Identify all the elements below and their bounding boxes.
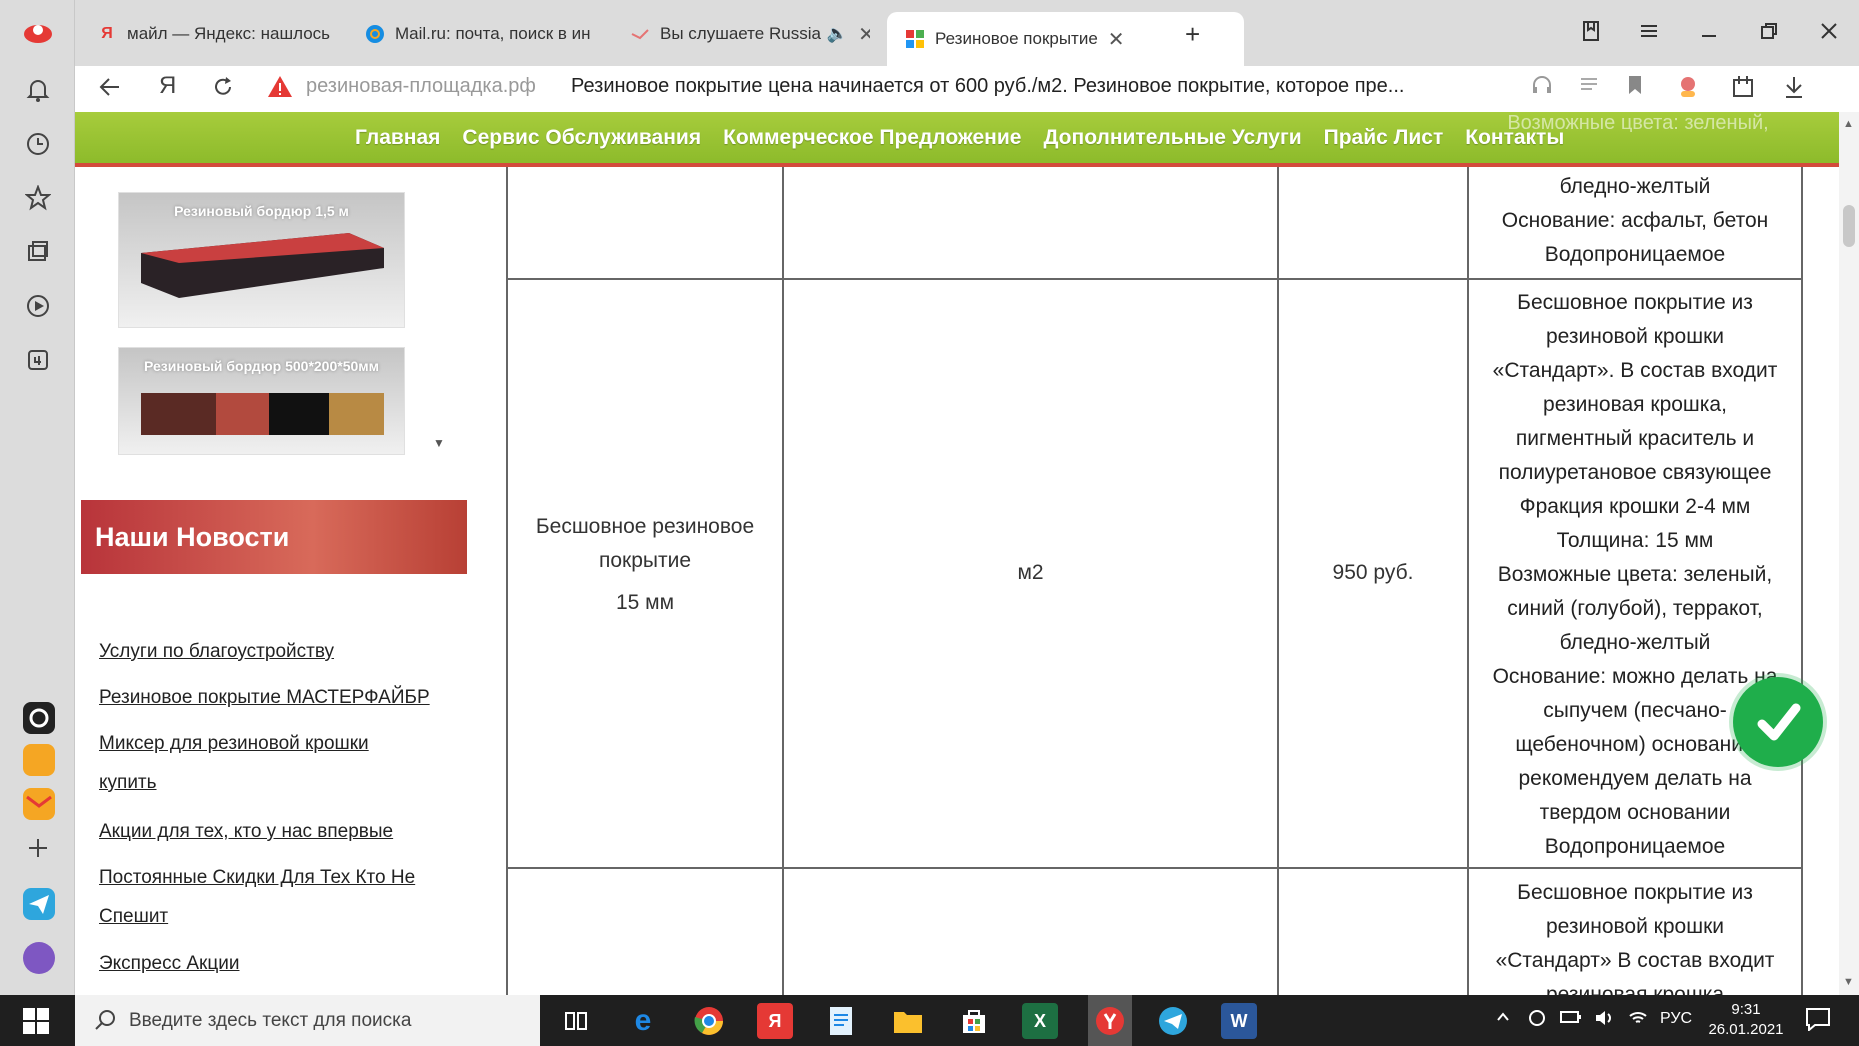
bookmark-flag-icon[interactable] [1625,74,1645,103]
page-title-in-omnibox[interactable]: Резиновое покрытие цена начинается от 60… [571,75,1404,98]
tab-strip: Я майл — Яндекс: нашлось Mail.ru: почта,… [75,0,1859,66]
windows-taskbar: Введите здесь текст для поиска e Я X W Р… [0,995,1859,1046]
task-view-icon[interactable] [558,1003,594,1039]
add-app-plus-icon[interactable] [22,832,54,864]
news-link-first-time-promo[interactable]: Акции для тех, кто у нас впервые [99,812,439,851]
news-link-masterfiber[interactable]: Резиновое покрытие МАСТЕРФАЙБР [99,678,439,717]
table-border [1801,167,1803,995]
back-arrow-icon[interactable] [97,74,123,107]
address-bar: Я резиновая-площадка.рф Резиновое покрыт… [75,66,1859,112]
address-domain[interactable]: резиновая-площадка.рф [306,75,536,98]
table-border [506,867,1803,869]
table-border [506,278,1803,280]
close-tab-icon[interactable]: ✕ [858,22,870,47]
reader-mode-icon[interactable] [1578,74,1600,103]
tray-app-icon[interactable] [1528,1009,1546,1031]
table-border [1467,167,1469,995]
yandex-browser-logo-icon[interactable] [22,20,54,46]
market-app-icon[interactable] [23,744,55,776]
table-row-prev-description: бледно-желтый Основание: асфальт, бетон … [1501,175,1769,266]
store-icon[interactable] [956,1003,992,1039]
extensions-icon[interactable] [1730,74,1756,107]
bookmark-panel-icon[interactable] [1580,20,1602,48]
headphones-icon[interactable] [1531,74,1553,103]
extension-avatar-icon[interactable] [1675,74,1701,107]
chrome-icon[interactable] [691,1003,727,1039]
camera-app-icon[interactable] [23,702,55,734]
product-name-cell: Бесшовное резиновое покрытие 15 мм [535,515,755,614]
price-cell: 950 руб. [1332,561,1414,584]
close-window-icon[interactable] [1818,20,1840,48]
product-description-cell: Бесшовное покрытие из резиновой крошки «… [1492,291,1778,858]
tab-yandex[interactable]: Я майл — Яндекс: нашлось [97,14,347,54]
whatsapp-button[interactable] [1733,677,1823,767]
scroll-up-arrow-icon[interactable]: ▲ [1843,118,1854,130]
yandex-icon: Я [101,25,113,42]
yandex-app-icon[interactable]: Я [757,1003,793,1039]
speaker-icon[interactable]: 🔈 [827,24,848,44]
bookmarks-star-icon[interactable] [22,182,54,214]
taskbar-search-box[interactable]: Введите здесь текст для поиска [75,995,540,1046]
nav-overlay-text: Возможные цвета: зеленый, [1507,112,1769,132]
file-explorer-icon[interactable] [890,1003,926,1039]
mail-app-icon[interactable] [23,788,55,820]
reload-icon[interactable] [210,74,236,107]
new-tab-button[interactable]: + [1185,14,1225,54]
download-arrow-icon[interactable] [1783,74,1805,107]
tab-mailru[interactable]: Mail.ru: почта, поиск в ин [365,14,605,54]
nav-additional-services[interactable]: Дополнительные Услуги [1043,126,1301,150]
search-magnifier-icon [93,1008,117,1038]
yandex-browser-taskbar-icon[interactable] [1088,995,1132,1046]
windows-start-icon[interactable] [22,1007,50,1035]
collections-icon[interactable] [22,236,54,268]
news-header: Наши Новости [81,500,467,574]
wifi-icon[interactable] [1628,1009,1648,1031]
restore-icon[interactable] [1758,20,1780,48]
security-warning-icon[interactable] [267,74,293,107]
tray-expand-chevron-icon[interactable] [1495,1009,1511,1029]
yandex-home-icon[interactable]: Я [159,72,176,100]
news-link-improvement[interactable]: Услуги по благоустройству [99,632,439,671]
excel-icon[interactable]: X [1022,1003,1058,1039]
menu-icon[interactable] [1638,20,1660,48]
tab-radio[interactable]: Вы слушаете Russia 🔈 ✕ [630,14,870,54]
battery-icon[interactable] [1560,1009,1582,1029]
media-play-icon[interactable] [22,290,54,322]
product-card-border-1-5m[interactable]: Резиновый бордюр 1,5 м [118,192,405,328]
radio-icon [630,24,650,44]
table-row-next-description: Бесшовное покрытие из резиновой крошки «… [1495,881,1775,995]
edge-browser-icon[interactable]: e [625,1003,661,1039]
nav-home[interactable]: Главная [355,126,440,150]
downloads-counter-icon[interactable] [22,344,54,376]
news-link-discounts[interactable]: Постоянные Скидки Для Тех Кто Не Спешит [99,858,439,936]
close-tab-icon[interactable]: ✕ [1108,27,1125,52]
input-language[interactable]: РУС [1660,1010,1692,1028]
news-link-express-promo[interactable]: Экспресс Акции [99,944,439,983]
word-icon[interactable]: W [1221,1003,1257,1039]
scroll-down-caret-icon[interactable]: ▼ [433,436,445,450]
history-clock-icon[interactable] [22,128,54,160]
scrollbar-thumb[interactable] [1843,205,1855,247]
clock[interactable]: 9:31 26.01.2021 [1706,1000,1786,1040]
mailru-icon [365,24,385,44]
product-card-border-500x200x50[interactable]: Резиновый бордюр 500*200*50мм [118,347,405,455]
nav-price-list[interactable]: Прайс Лист [1324,126,1444,150]
unit-cell: м2 [1017,561,1044,584]
news-link-mixer[interactable]: Миксер для резиновой крошки купить [99,724,399,802]
nav-service[interactable]: Сервис Обслуживания [462,126,701,150]
notification-center-icon[interactable] [1805,1007,1831,1035]
browser-sidebar [0,0,75,995]
notifications-bell-icon[interactable] [22,74,54,106]
site-icon [905,29,925,49]
notepad-icon[interactable] [823,1003,859,1039]
messenger-app-icon[interactable] [23,888,55,920]
scroll-down-arrow-icon[interactable]: ▼ [1843,976,1854,988]
nav-commercial-offer[interactable]: Коммерческое Предложение [723,126,1021,150]
telegram-icon[interactable] [1155,1003,1191,1039]
volume-icon[interactable] [1594,1009,1614,1031]
minimize-icon[interactable] [1698,20,1720,48]
alice-assistant-icon[interactable] [23,942,55,974]
phone-check-icon [1757,703,1801,741]
